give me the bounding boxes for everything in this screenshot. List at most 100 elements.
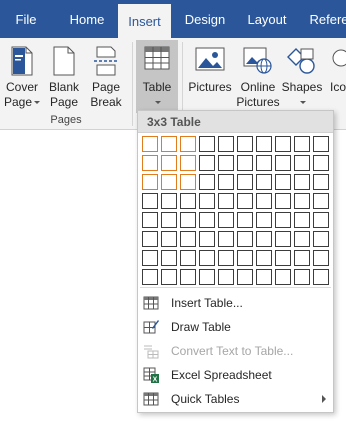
table-grid-cell[interactable]	[142, 174, 158, 190]
table-grid-cell[interactable]	[180, 193, 196, 209]
table-grid-cell[interactable]	[180, 231, 196, 247]
table-grid-cell[interactable]	[161, 155, 177, 171]
tab-layout[interactable]: Layout	[240, 0, 294, 38]
table-grid-cell[interactable]	[199, 269, 215, 285]
table-grid-cell[interactable]	[313, 136, 329, 152]
table-grid-cell[interactable]	[218, 193, 234, 209]
table-grid-cell[interactable]	[142, 193, 158, 209]
table-grid-cell[interactable]	[142, 155, 158, 171]
table-grid-cell[interactable]	[275, 231, 291, 247]
table-grid-cell[interactable]	[142, 231, 158, 247]
table-grid-cell[interactable]	[199, 136, 215, 152]
table-grid-cell[interactable]	[237, 193, 253, 209]
table-grid-cell[interactable]	[275, 136, 291, 152]
table-grid-cell[interactable]	[218, 269, 234, 285]
table-grid-cell[interactable]	[180, 155, 196, 171]
table-grid-cell[interactable]	[142, 269, 158, 285]
table-grid-cell[interactable]	[199, 193, 215, 209]
table-grid-cell[interactable]	[294, 155, 310, 171]
table-grid-cell[interactable]	[237, 250, 253, 266]
table-grid-cell[interactable]	[180, 136, 196, 152]
table-grid-cell[interactable]	[180, 250, 196, 266]
table-grid-cell[interactable]	[294, 174, 310, 190]
table-grid-cell[interactable]	[256, 250, 272, 266]
page-break-button[interactable]: Page Break	[86, 40, 126, 112]
table-grid-cell[interactable]	[218, 155, 234, 171]
table-grid-cell[interactable]	[218, 174, 234, 190]
table-grid-cell[interactable]	[256, 231, 272, 247]
table-grid-cell[interactable]	[275, 269, 291, 285]
insert-table-dropdown: 3x3 Table Insert Table... Draw Table Con…	[137, 110, 334, 413]
table-grid-cell[interactable]	[275, 155, 291, 171]
table-grid-cell[interactable]	[237, 231, 253, 247]
table-grid-cell[interactable]	[294, 231, 310, 247]
table-grid-cell[interactable]	[199, 174, 215, 190]
tab-references[interactable]: Refere	[304, 0, 346, 38]
draw-table-menu-item[interactable]: Draw Table	[138, 315, 333, 339]
table-grid-cell[interactable]	[313, 250, 329, 266]
table-grid-cell[interactable]	[294, 136, 310, 152]
table-grid-cell[interactable]	[256, 269, 272, 285]
table-grid-cell[interactable]	[294, 250, 310, 266]
table-grid-cell[interactable]	[218, 231, 234, 247]
table-grid-cell[interactable]	[294, 212, 310, 228]
shapes-button[interactable]: Shapes	[281, 40, 323, 112]
cover-page-button[interactable]: Cover Page	[2, 40, 42, 112]
table-grid-cell[interactable]	[142, 250, 158, 266]
table-grid-cell[interactable]	[180, 212, 196, 228]
table-grid-cell[interactable]	[218, 212, 234, 228]
table-grid-cell[interactable]	[218, 250, 234, 266]
table-grid-cell[interactable]	[237, 269, 253, 285]
table-grid-cell[interactable]	[313, 212, 329, 228]
table-grid-cell[interactable]	[313, 155, 329, 171]
table-grid-cell[interactable]	[199, 231, 215, 247]
table-grid-cell[interactable]	[161, 231, 177, 247]
table-grid-cell[interactable]	[161, 193, 177, 209]
table-grid-cell[interactable]	[237, 155, 253, 171]
table-grid-cell[interactable]	[294, 193, 310, 209]
tab-file[interactable]: File	[4, 0, 48, 38]
table-grid-cell[interactable]	[313, 231, 329, 247]
pictures-button[interactable]: Pictures	[186, 40, 234, 112]
quick-tables-menu-item[interactable]: Quick Tables	[138, 387, 333, 411]
table-grid-cell[interactable]	[161, 269, 177, 285]
table-grid-cell[interactable]	[199, 250, 215, 266]
table-grid-cell[interactable]	[275, 174, 291, 190]
table-grid-cell[interactable]	[275, 193, 291, 209]
table-grid-cell[interactable]	[275, 250, 291, 266]
table-grid-cell[interactable]	[199, 155, 215, 171]
table-grid-cell[interactable]	[256, 212, 272, 228]
quick-tables-icon	[143, 391, 159, 407]
table-grid-cell[interactable]	[294, 269, 310, 285]
tab-insert[interactable]: Insert	[118, 4, 171, 38]
table-grid-cell[interactable]	[180, 174, 196, 190]
table-grid-cell[interactable]	[161, 212, 177, 228]
table-grid-cell[interactable]	[161, 174, 177, 190]
table-button[interactable]: Table	[136, 40, 178, 113]
table-grid-cell[interactable]	[142, 136, 158, 152]
insert-table-menu-item[interactable]: Insert Table...	[138, 291, 333, 315]
table-grid-cell[interactable]	[199, 212, 215, 228]
table-grid-cell[interactable]	[275, 212, 291, 228]
table-grid-cell[interactable]	[180, 269, 196, 285]
table-grid-cell[interactable]	[142, 212, 158, 228]
table-grid-cell[interactable]	[256, 136, 272, 152]
table-grid-cell[interactable]	[313, 269, 329, 285]
table-grid-cell[interactable]	[313, 193, 329, 209]
table-grid-cell[interactable]	[237, 212, 253, 228]
table-grid-cell[interactable]	[256, 193, 272, 209]
blank-page-button[interactable]: Blank Page	[44, 40, 84, 112]
tab-home[interactable]: Home	[60, 0, 114, 38]
table-grid-cell[interactable]	[256, 174, 272, 190]
table-grid-cell[interactable]	[256, 155, 272, 171]
icons-button[interactable]: Ico	[325, 40, 346, 112]
excel-spreadsheet-menu-item[interactable]: X Excel Spreadsheet	[138, 363, 333, 387]
table-grid-cell[interactable]	[237, 174, 253, 190]
table-grid-cell[interactable]	[161, 250, 177, 266]
table-grid-cell[interactable]	[237, 136, 253, 152]
table-grid-cell[interactable]	[313, 174, 329, 190]
online-pictures-button[interactable]: Online Pictures	[236, 40, 280, 112]
table-grid-cell[interactable]	[161, 136, 177, 152]
tab-design[interactable]: Design	[178, 0, 232, 38]
table-grid-cell[interactable]	[218, 136, 234, 152]
